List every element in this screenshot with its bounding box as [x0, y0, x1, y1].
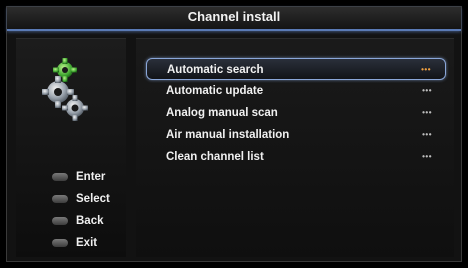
channel-install-menu: Automatic search ••• Automatic update ••… [146, 58, 446, 168]
more-options-icon: ••• [421, 65, 431, 74]
menu-item-clean-channel-list[interactable]: Clean channel list ••• [146, 146, 446, 168]
menu-item-label: Clean channel list [166, 151, 264, 163]
more-options-icon: ••• [422, 108, 432, 117]
more-options-icon: ••• [422, 152, 432, 161]
key-hint-label: Select [76, 193, 110, 205]
exit-button-icon [52, 239, 68, 247]
key-hint-back: Back [52, 210, 132, 232]
key-hint-exit: Exit [52, 232, 132, 254]
key-hint-label: Enter [76, 171, 106, 183]
menu-item-automatic-search[interactable]: Automatic search ••• [146, 58, 446, 80]
title-bar: Channel install [7, 7, 461, 31]
nav-button-icon [52, 195, 68, 203]
menu-item-automatic-update[interactable]: Automatic update ••• [146, 80, 446, 102]
key-hint-enter: Enter [52, 166, 132, 188]
more-options-icon: ••• [422, 86, 432, 95]
menu-item-label: Automatic update [166, 85, 264, 97]
page-title: Channel install [187, 9, 281, 24]
more-options-icon: ••• [422, 130, 432, 139]
menu-item-label: Automatic search [167, 64, 264, 76]
menu-item-label: Analog manual scan [166, 107, 278, 119]
settings-gears-icon [30, 56, 100, 126]
menu-button-icon [52, 217, 68, 225]
remote-key-legend: Enter Select Back Exit [52, 166, 132, 254]
menu-item-label: Air manual installation [166, 129, 290, 141]
menu-item-analog-manual-scan[interactable]: Analog manual scan ••• [146, 102, 446, 124]
key-hint-select: Select [52, 188, 132, 210]
key-hint-label: Back [76, 215, 104, 227]
ok-button-icon [52, 173, 68, 181]
menu-item-air-manual-installation[interactable]: Air manual installation ••• [146, 124, 446, 146]
key-hint-label: Exit [76, 237, 98, 249]
